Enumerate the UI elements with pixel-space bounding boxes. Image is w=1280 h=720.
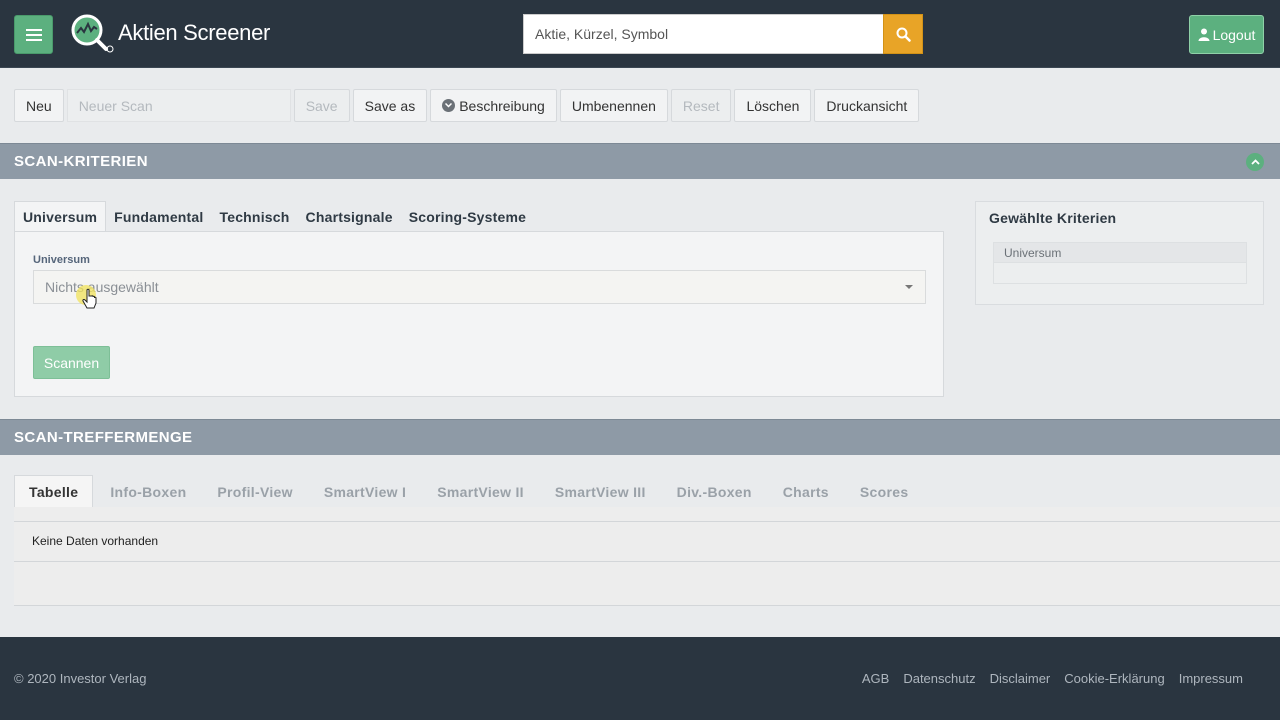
scan-results-header[interactable]: SCAN-TREFFERMENGE — [0, 419, 1280, 455]
logout-button[interactable]: Logout — [1189, 15, 1264, 54]
selected-criteria-panel: Gewählte Kriterien Universum — [975, 201, 1264, 305]
new-scan-button[interactable]: Neu — [14, 89, 64, 122]
tab-info-boxen[interactable]: Info-Boxen — [96, 475, 200, 508]
footer-link-datenschutz[interactable]: Datenschutz — [903, 671, 975, 686]
criteria-panel: Universum Nichts ausgewählt Scannen — [14, 231, 944, 397]
reset-button[interactable]: Reset — [670, 89, 732, 122]
chevron-down-circle-icon — [442, 99, 456, 112]
results-table-area: Keine Daten vorhanden — [14, 507, 1280, 606]
menu-button[interactable] — [14, 15, 53, 54]
universe-select-value: Nichts ausgewählt — [45, 279, 159, 295]
tab-tabelle[interactable]: Tabelle — [14, 475, 94, 508]
search-input[interactable] — [523, 14, 883, 54]
dropdown-caret-icon — [905, 285, 913, 289]
scan-criteria-title: SCAN-KRITERIEN — [14, 153, 148, 170]
divider — [14, 521, 1280, 522]
tab-charts[interactable]: Charts — [769, 475, 843, 508]
footer: © 2020 Investor Verlag AGB Datenschutz D… — [0, 637, 1280, 720]
tab-scoring-systeme[interactable]: Scoring-Systeme — [401, 201, 534, 232]
footer-links: AGB Datenschutz Disclaimer Cookie-Erklär… — [862, 671, 1243, 686]
tab-technisch[interactable]: Technisch — [212, 201, 298, 232]
search-button[interactable] — [883, 14, 923, 54]
scan-name-input[interactable]: Neuer Scan — [66, 89, 291, 122]
result-view-tabs: Tabelle Info-Boxen Profil-View SmartView… — [14, 475, 925, 508]
footer-link-disclaimer[interactable]: Disclaimer — [990, 671, 1051, 686]
tab-div-boxen[interactable]: Div.-Boxen — [663, 475, 766, 508]
save-as-button[interactable]: Save as — [352, 89, 428, 122]
tab-fundamental[interactable]: Fundamental — [106, 201, 211, 232]
description-label: Beschreibung — [459, 97, 545, 114]
tab-smartview-2[interactable]: SmartView II — [423, 475, 538, 508]
copyright-text: © 2020 Investor Verlag — [14, 671, 147, 686]
rename-button[interactable]: Umbenennen — [559, 89, 668, 122]
save-button[interactable]: Save — [293, 89, 350, 122]
tab-universum[interactable]: Universum — [14, 201, 107, 232]
criteria-tabs: Universum Fundamental Technisch Chartsig… — [14, 201, 534, 232]
search-icon — [896, 27, 911, 42]
user-icon — [1198, 28, 1210, 41]
tab-chartsignale[interactable]: Chartsignale — [298, 201, 401, 232]
scan-button[interactable]: Scannen — [33, 346, 110, 379]
logout-label: Logout — [1212, 26, 1256, 43]
tab-profil-view[interactable]: Profil-View — [203, 475, 306, 508]
selected-criteria-item: Universum — [994, 243, 1246, 263]
footer-link-cookie[interactable]: Cookie-Erklärung — [1064, 671, 1164, 686]
tab-scores[interactable]: Scores — [846, 475, 923, 508]
search-bar — [523, 14, 923, 54]
scan-toolbar: Neu Neuer Scan Save Save as Beschreibung… — [14, 89, 922, 122]
empty-message: Keine Daten vorhanden — [32, 534, 159, 548]
divider — [14, 561, 1280, 562]
top-navbar: Aktien Screener Logout — [0, 0, 1280, 68]
hamburger-icon — [25, 28, 42, 41]
scan-results-title: SCAN-TREFFERMENGE — [14, 429, 193, 446]
tab-smartview-3[interactable]: SmartView III — [541, 475, 660, 508]
app-name: Aktien Screener — [118, 20, 271, 45]
selected-criteria-list: Universum — [993, 242, 1247, 284]
collapse-up-icon[interactable] — [1246, 153, 1264, 171]
print-view-button[interactable]: Druckansicht — [814, 89, 920, 122]
tab-smartview-1[interactable]: SmartView I — [310, 475, 420, 508]
delete-button[interactable]: Löschen — [734, 89, 812, 122]
selected-criteria-title: Gewählte Kriterien — [989, 210, 1117, 226]
universe-label: Universum — [33, 254, 90, 266]
description-button[interactable]: Beschreibung — [430, 89, 557, 122]
footer-link-agb[interactable]: AGB — [862, 671, 889, 686]
magnifier-chart-icon — [71, 14, 114, 53]
footer-link-impressum[interactable]: Impressum — [1179, 671, 1243, 686]
logo[interactable]: Aktien Screener — [70, 12, 270, 54]
universe-select[interactable]: Nichts ausgewählt — [33, 270, 926, 304]
scan-criteria-header[interactable]: SCAN-KRITERIEN — [0, 143, 1280, 179]
